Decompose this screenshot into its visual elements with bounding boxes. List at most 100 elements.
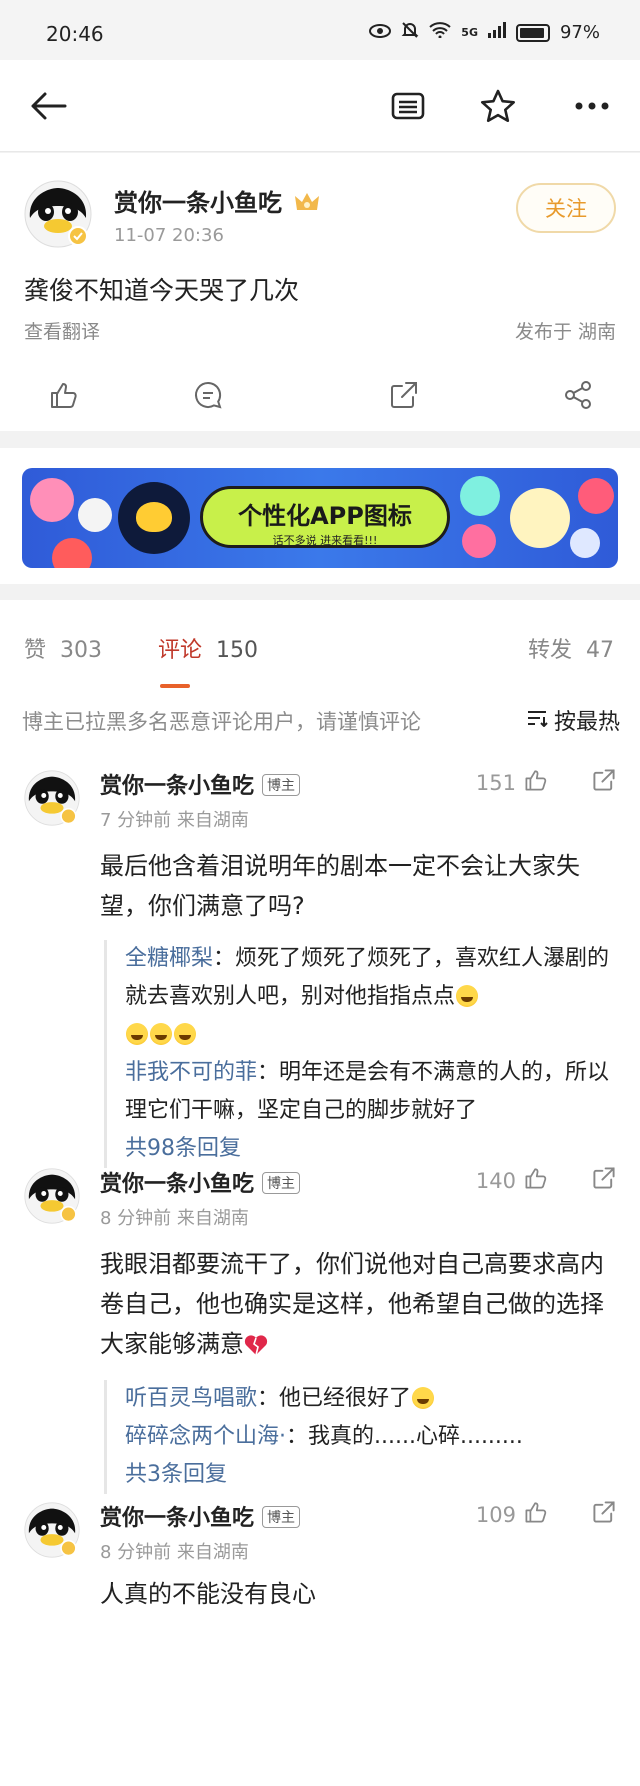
comment-author[interactable]: 赏你一条小鱼吃 博主 (100, 768, 301, 800)
repost-icon[interactable] (592, 1166, 616, 1194)
active-tab-indicator (160, 684, 190, 688)
comment-text: 最后他含着泪说明年的剧本一定不会让大家失望，你们满意了吗? (100, 852, 580, 920)
decor-mascot (510, 488, 570, 548)
comment-text: 人真的不能没有良心 (100, 1580, 316, 1608)
more-options-icon[interactable] (568, 82, 616, 130)
signal-icon: 5G (461, 26, 478, 39)
battery-icon (515, 23, 550, 42)
reply-item[interactable]: 碎碎念两个山海·：我真的......心碎......... (125, 1418, 624, 1456)
signal-bars-icon (487, 22, 506, 43)
translate-link[interactable]: 查看翻译 (24, 317, 100, 344)
avatar[interactable] (24, 180, 92, 248)
tab-reposts-label: 转发 (527, 638, 572, 663)
decor-shape (570, 528, 600, 558)
repost-icon[interactable] (592, 768, 616, 796)
reply-author[interactable]: 听百灵鸟唱歌 (125, 1386, 257, 1411)
decor-shape (460, 476, 500, 516)
decor-shape (462, 524, 496, 558)
author-badge: 博主 (262, 1506, 301, 1528)
comment-icon[interactable] (186, 373, 230, 417)
reply-text: ：我真的......心碎......... (286, 1424, 523, 1449)
top-nav-bar (0, 60, 640, 152)
like-icon (524, 1166, 548, 1195)
comment-like-button[interactable]: 109 (476, 1500, 548, 1529)
comment-author-name[interactable]: 赏你一条小鱼吃 (100, 774, 254, 799)
like-icon[interactable] (42, 373, 86, 417)
comment-text-content: 我眼泪都要流干了，你们说他对自己高要求高内卷自己，他也确实是这样，他希望自己做的… (100, 1250, 604, 1358)
comment-author-name[interactable]: 赏你一条小鱼吃 (100, 1172, 254, 1197)
sort-icon (526, 708, 548, 733)
star-icon[interactable] (474, 82, 522, 130)
comment-like-button[interactable]: 151 (476, 768, 548, 797)
follow-button[interactable]: 关注 (516, 183, 616, 233)
banner-pill: 个性化APP图标 话不多说 进来看看!!! (200, 486, 450, 548)
tab-reposts-count: 47 (586, 638, 614, 663)
vip-crown-icon (294, 190, 320, 220)
sort-hot-button[interactable]: 按最热 (526, 704, 620, 736)
status-time: 20:46 (46, 22, 104, 46)
comment-meta: 8 分钟前 来自湖南 (100, 1208, 249, 1229)
comment-author[interactable]: 赏你一条小鱼吃 博主 (100, 1500, 301, 1532)
tab-reposts[interactable]: 转发 47 (528, 632, 614, 664)
comment-meta: 7 分钟前 来自湖南 (100, 810, 249, 831)
comment-like-count: 109 (475, 1502, 516, 1527)
tab-likes-label: 赞 (24, 638, 47, 663)
weibo-logo-mark (136, 502, 172, 532)
decor-shape (30, 478, 74, 522)
reply-text: ：他已经很好了 (257, 1386, 412, 1411)
reply-item[interactable]: 非我不可的菲：明年还是会有不满意的人的，所以理它们干嘛，坚定自己的脚步就好了 (125, 1054, 624, 1130)
tab-comments[interactable]: 评论 150 (158, 632, 258, 664)
avatar[interactable] (24, 1502, 80, 1558)
reply-item[interactable]: 听百灵鸟唱歌：他已经很好了 (125, 1380, 624, 1418)
post-card: 赏你一条小鱼吃 11-07 20:36 关注 龚俊不知道今天哭了几次 查看翻译 … (0, 153, 640, 431)
battery-percent: 97% (559, 22, 600, 43)
mute-icon (401, 21, 419, 44)
decor-shape (78, 498, 112, 532)
banner-subtitle: 话不多说 进来看看!!! (272, 534, 378, 547)
angry-emoji-icon (150, 1023, 172, 1045)
repost-icon[interactable] (592, 1500, 616, 1528)
tab-likes[interactable]: 赞 303 (24, 632, 102, 664)
repost-icon[interactable] (382, 373, 426, 417)
block-notice-text: 博主已拉黑多名恶意评论用户，请谨慎评论 (22, 710, 421, 734)
comment-like-button[interactable]: 140 (476, 1166, 548, 1195)
reply-preview: 全糖椰梨：烦死了烦死了烦死了，喜欢红人瀑剧的就去喜欢别人吧，别对他指指点点 非我… (104, 940, 624, 1168)
wifi-icon (429, 22, 451, 43)
tab-comments-count: 150 (216, 638, 259, 663)
comment-meta: 8 分钟前 来自湖南 (100, 1542, 249, 1563)
reply-author[interactable]: 全糖椰梨 (125, 946, 213, 971)
avatar[interactable] (24, 1168, 80, 1224)
post-author-name[interactable]: 赏你一条小鱼吃 (114, 183, 320, 220)
post-action-bar (0, 363, 640, 423)
post-location: 发布于 湖南 (514, 321, 616, 343)
ad-banner-section: 个性化APP图标 话不多说 进来看看!!! (0, 448, 640, 584)
comment-author[interactable]: 赏你一条小鱼吃 博主 (100, 1166, 301, 1198)
author-badge: 博主 (262, 1172, 301, 1194)
ad-banner[interactable]: 个性化APP图标 话不多说 进来看看!!! (22, 468, 618, 568)
avatar[interactable] (24, 770, 80, 826)
comment-author-name[interactable]: 赏你一条小鱼吃 (100, 1506, 254, 1531)
post-timestamp: 11-07 20:36 (114, 225, 224, 246)
reply-author[interactable]: 非我不可的菲 (125, 1060, 257, 1085)
crying-emoji-icon (412, 1387, 435, 1409)
reply-author[interactable]: 碎碎念两个山海· (125, 1424, 286, 1449)
back-arrow-icon[interactable] (24, 82, 72, 130)
comment-list: 赏你一条小鱼吃 博主 7 分钟前 来自湖南 151 最后他含着泪说明年的剧本一定不… (0, 750, 640, 1786)
eye-icon (369, 22, 392, 43)
comment-text: 我眼泪都要流干了，你们说他对自己高要求高内卷自己，他也确实是这样，他希望自己做的… (100, 1244, 620, 1364)
comment-notice-bar: 博主已拉黑多名恶意评论用户，请谨慎评论 按最热 (0, 690, 640, 750)
status-icons: 5G 97% (369, 21, 600, 44)
decor-shape (52, 538, 92, 568)
comment-like-count: 140 (475, 1168, 516, 1193)
reader-mode-icon[interactable] (384, 82, 432, 130)
share-icon[interactable] (556, 373, 600, 417)
stats-tabs: 赞 303 评论 150 转发 47 (0, 600, 640, 690)
comment-item: 赏你一条小鱼吃 博主 8 分钟前 来自湖南 109 人真的不能没有良心 (0, 1482, 640, 1632)
banner-title: 个性化APP图标 (238, 502, 412, 530)
like-icon (524, 768, 548, 797)
angry-emoji-icon (126, 1023, 148, 1045)
post-content: 龚俊不知道今天哭了几次 (24, 276, 300, 305)
reply-item[interactable]: 全糖椰梨：烦死了烦死了烦死了，喜欢红人瀑剧的就去喜欢别人吧，别对他指指点点 (125, 940, 624, 1054)
post-author-name-text[interactable]: 赏你一条小鱼吃 (114, 189, 282, 217)
comment-item: 赏你一条小鱼吃 博主 8 分钟前 来自湖南 140 我眼泪都要流干了，你们说他对自… (0, 1148, 640, 1494)
